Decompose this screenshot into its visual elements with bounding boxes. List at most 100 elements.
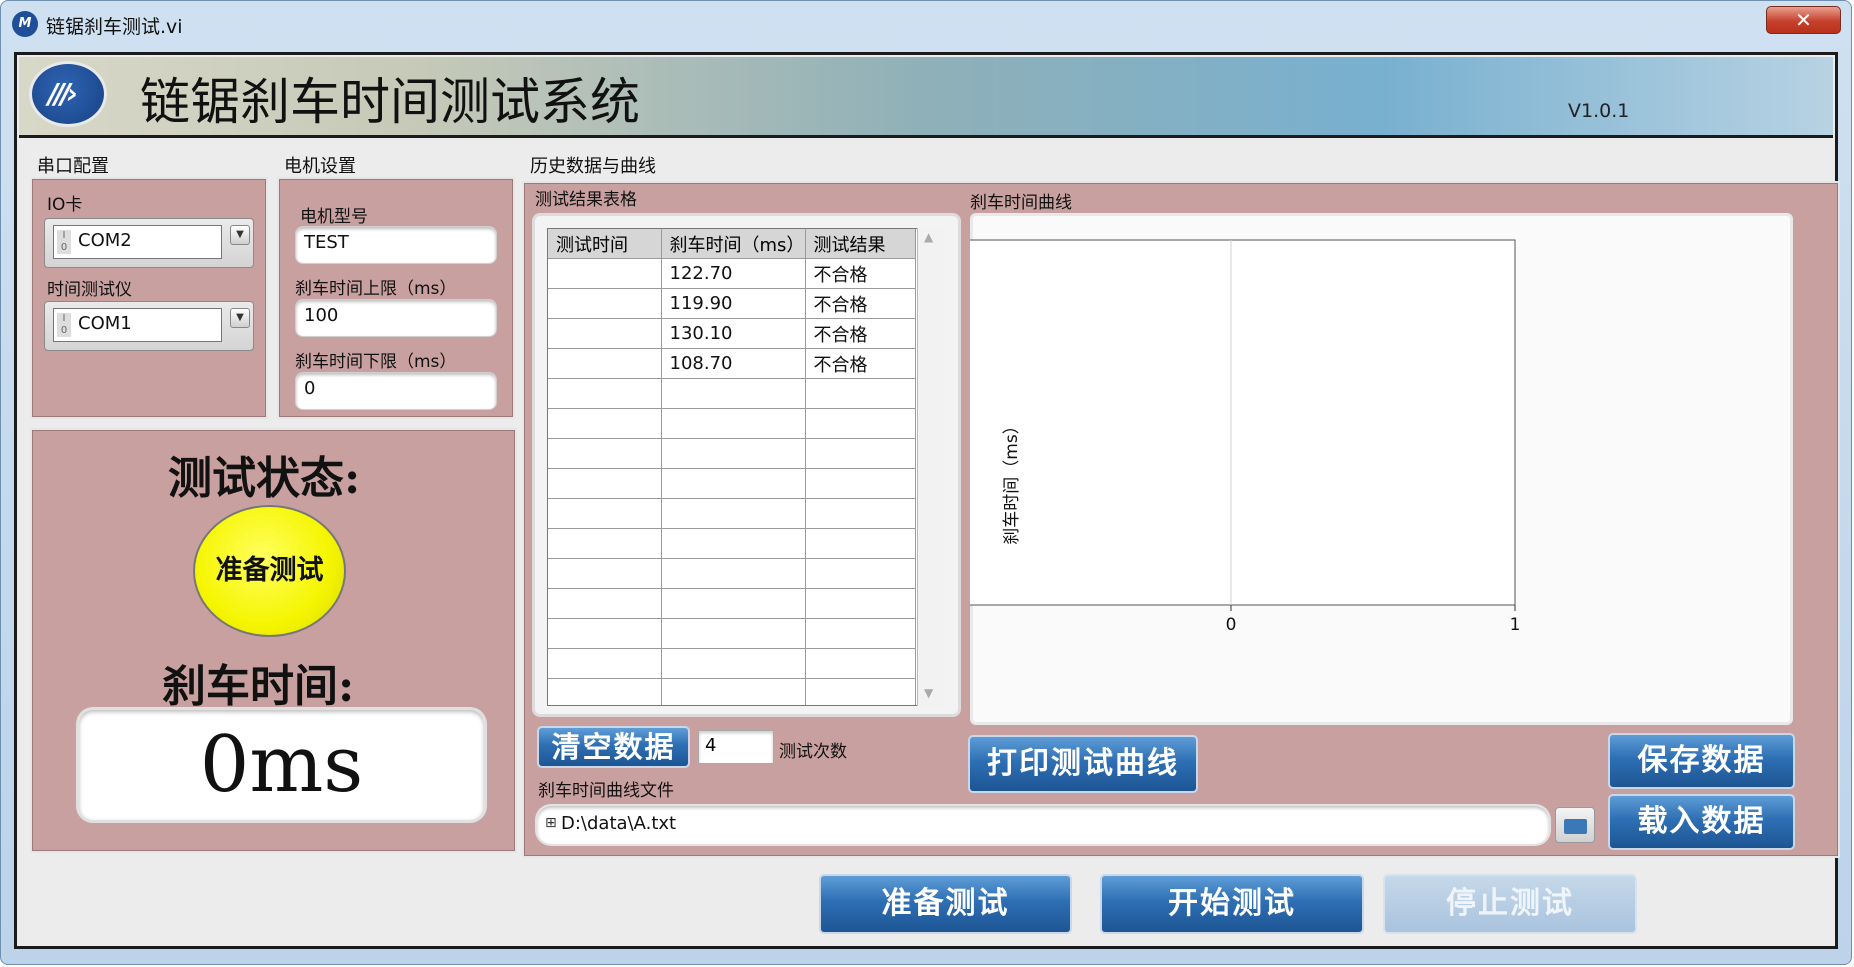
table-row[interactable] [548, 678, 916, 705]
table-cell[interactable] [548, 348, 662, 379]
table-row[interactable]: 119.90 不合格 [548, 288, 916, 319]
column-header-result[interactable]: 测试结果 [805, 229, 916, 259]
io-card-field[interactable]: I0 COM2 [53, 225, 222, 259]
company-logo-icon: ///› [29, 61, 107, 127]
table-cell[interactable] [548, 258, 662, 289]
table-row[interactable] [548, 438, 916, 469]
table-cell[interactable]: 122.70 [661, 258, 806, 289]
table-scrollbar[interactable]: ▲ ▼ [917, 228, 944, 706]
table-row[interactable] [548, 468, 916, 499]
table-cell[interactable] [548, 408, 662, 439]
results-grid: 测试时间 刹车时间（ms） 测试结果 122.70 不合格 119.90 不合格 130… [548, 229, 916, 705]
model-input[interactable]: TEST [295, 226, 497, 264]
table-cell[interactable] [805, 528, 916, 559]
start-test-button[interactable]: 开始测试 [1100, 874, 1364, 934]
curve-file-path-input[interactable]: ⊞ D:\data\A.txt [537, 806, 1549, 844]
table-row[interactable] [548, 618, 916, 649]
scroll-down-icon[interactable]: ▼ [924, 686, 933, 700]
table-cell[interactable] [548, 558, 662, 589]
curve-file-label: 刹车时间曲线文件 [538, 781, 674, 801]
io-card-selector[interactable]: I0 COM2 ▼ [44, 218, 254, 268]
table-cell[interactable] [548, 588, 662, 619]
table-cell[interactable]: 130.10 [661, 318, 806, 349]
table-cell[interactable] [805, 468, 916, 499]
x-axis: -101 [1226, 605, 1521, 635]
table-cell[interactable] [548, 468, 662, 499]
table-row[interactable] [548, 648, 916, 679]
close-button[interactable]: ✕ [1766, 6, 1841, 34]
table-cell[interactable] [548, 498, 662, 529]
table-cell[interactable] [805, 378, 916, 409]
io-card-value: COM2 [78, 230, 132, 251]
table-cell[interactable] [661, 438, 806, 469]
table-cell[interactable]: 108.70 [661, 348, 806, 379]
chevron-down-icon[interactable]: ▼ [230, 308, 250, 328]
table-cell[interactable]: 不合格 [805, 258, 916, 289]
table-cell[interactable] [661, 648, 806, 679]
table-cell[interactable] [661, 678, 806, 705]
load-data-button[interactable]: 载入数据 [1608, 794, 1795, 850]
results-body: 122.70 不合格 119.90 不合格 130.10 不合格 108.70 不合格 [548, 258, 916, 705]
table-cell[interactable] [805, 438, 916, 469]
table-cell[interactable] [661, 528, 806, 559]
table-cell[interactable] [661, 378, 806, 409]
table-cell[interactable] [661, 618, 806, 649]
table-cell[interactable] [661, 588, 806, 619]
upper-limit-input[interactable]: 100 [295, 299, 497, 337]
save-data-button[interactable]: 保存数据 [1608, 733, 1795, 789]
timer-selector[interactable]: I0 COM1 ▼ [44, 301, 254, 351]
clear-data-button[interactable]: 清空数据 [537, 726, 690, 768]
table-cell[interactable]: 不合格 [805, 288, 916, 319]
scroll-up-icon[interactable]: ▲ [924, 230, 933, 244]
print-curve-button[interactable]: 打印测试曲线 [968, 735, 1198, 793]
table-cell[interactable] [548, 288, 662, 319]
browse-folder-button[interactable] [1555, 807, 1595, 843]
folder-icon [1564, 819, 1587, 834]
table-row[interactable] [548, 528, 916, 559]
table-row[interactable] [548, 408, 916, 439]
prepare-test-button[interactable]: 准备测试 [819, 874, 1072, 934]
table-cell[interactable] [548, 528, 662, 559]
table-cell[interactable] [805, 498, 916, 529]
table-cell[interactable] [548, 648, 662, 679]
table-cell[interactable] [548, 378, 662, 409]
table-cell[interactable] [661, 468, 806, 499]
table-cell[interactable]: 不合格 [805, 318, 916, 349]
table-row[interactable]: 130.10 不合格 [548, 318, 916, 349]
timer-field[interactable]: I0 COM1 [53, 308, 222, 342]
serial-config-label: 串口配置 [37, 156, 109, 177]
table-cell[interactable] [805, 618, 916, 649]
table-row[interactable] [548, 498, 916, 529]
table-cell[interactable] [548, 438, 662, 469]
model-label: 电机型号 [300, 207, 368, 227]
table-cell[interactable] [805, 678, 916, 705]
table-cell[interactable] [548, 618, 662, 649]
table-cell[interactable] [805, 588, 916, 619]
table-row[interactable]: 122.70 不合格 [548, 258, 916, 289]
lower-limit-label: 刹车时间下限（ms） [295, 352, 457, 372]
column-header-brake-time[interactable]: 刹车时间（ms） [661, 229, 806, 259]
table-cell[interactable] [661, 498, 806, 529]
table-cell[interactable] [661, 408, 806, 439]
table-row[interactable]: 108.70 不合格 [548, 348, 916, 379]
x-tick-label: 1 [1510, 615, 1521, 635]
table-cell[interactable] [548, 318, 662, 349]
table-row[interactable] [548, 378, 916, 409]
brake-time-chart[interactable]: 10.80.60.40.20-0.2-0.4-0.6-0.8-1 -101 刹车… [970, 213, 1793, 725]
table-row[interactable] [548, 588, 916, 619]
table-cell[interactable] [805, 408, 916, 439]
table-cell[interactable] [805, 648, 916, 679]
lower-limit-input[interactable]: 0 [295, 372, 497, 410]
table-cell[interactable] [805, 558, 916, 589]
table-cell[interactable]: 不合格 [805, 348, 916, 379]
table-cell[interactable] [661, 558, 806, 589]
table-row[interactable] [548, 558, 916, 589]
test-count-field[interactable]: 4 [698, 730, 774, 764]
app-title: 链锯刹车时间测试系统 [140, 73, 640, 131]
table-cell[interactable]: 119.90 [661, 288, 806, 319]
results-table[interactable]: 测试时间 刹车时间（ms） 测试结果 122.70 不合格 119.90 不合格 130… [547, 228, 944, 706]
stop-test-button[interactable]: 停止测试 [1383, 874, 1637, 934]
table-cell[interactable] [548, 678, 662, 705]
column-header-test-time[interactable]: 测试时间 [548, 229, 662, 259]
chevron-down-icon[interactable]: ▼ [230, 225, 250, 245]
